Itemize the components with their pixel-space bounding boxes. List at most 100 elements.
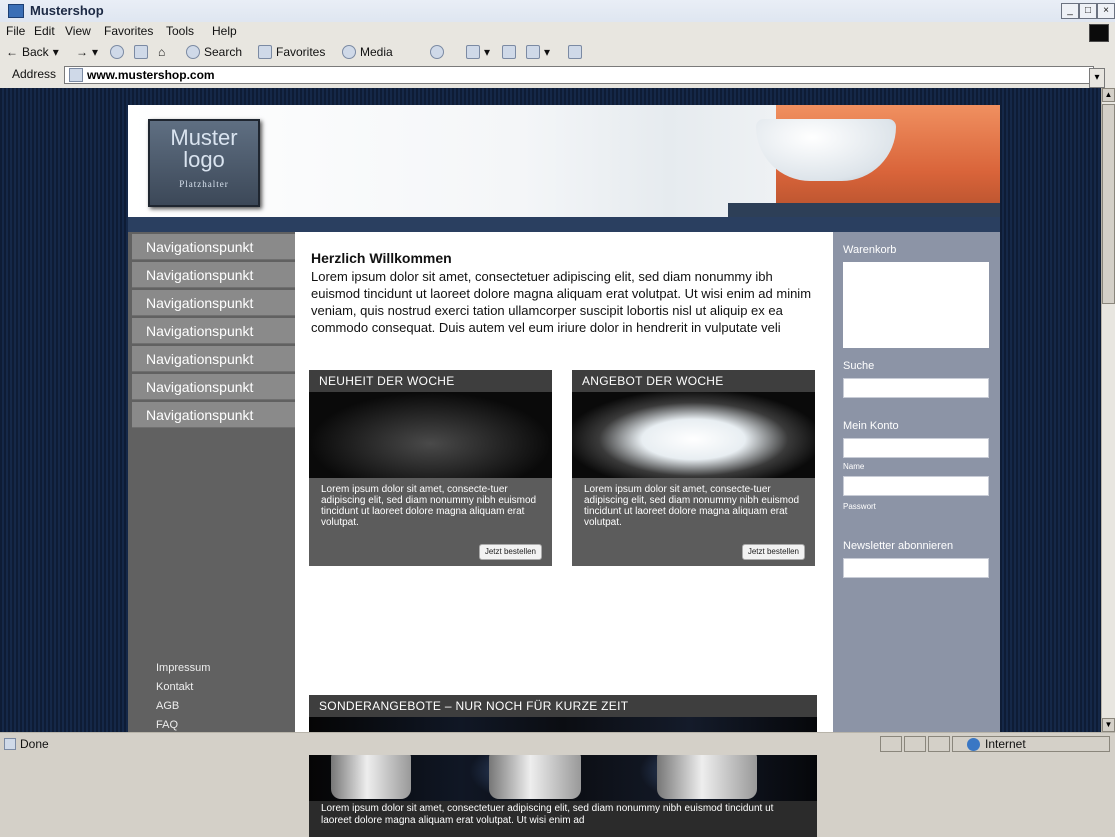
edit-button[interactable]: ▾ — [526, 45, 550, 59]
status-bar: Done Internet — [0, 732, 1115, 755]
address-bar: Address www.mustershop.com — [0, 64, 1115, 89]
welcome-heading: Herzlich Willkommen — [311, 250, 452, 266]
scroll-down-button[interactable]: ▼ — [1102, 718, 1115, 732]
window-titlebar: Mustershop _ □ × — [0, 0, 1115, 23]
stop-button[interactable] — [110, 45, 124, 59]
address-dropdown-button[interactable]: ▾ — [1089, 68, 1105, 88]
minimize-button[interactable]: _ — [1061, 3, 1079, 19]
pot-image — [657, 753, 757, 799]
windows-logo-icon — [1089, 24, 1109, 42]
back-arrow-icon: ← — [6, 45, 18, 59]
card-header: ANGEBOT DER WOCHE — [572, 370, 815, 392]
media-label: Media — [360, 45, 393, 59]
discuss-button[interactable] — [568, 45, 582, 59]
favorites-icon — [258, 45, 272, 59]
status-pane — [904, 736, 926, 752]
menu-favorites[interactable]: Favorites — [104, 24, 153, 38]
forward-arrow-icon: → — [76, 45, 88, 59]
nav-item[interactable]: Navigationspunkt — [132, 374, 295, 400]
menu-tools[interactable]: Tools — [166, 24, 194, 38]
stop-icon — [110, 45, 124, 59]
history-button[interactable] — [430, 45, 444, 59]
chevron-down-icon: ▾ — [52, 45, 59, 59]
site-logo[interactable]: Muster logo Platzhalter — [148, 119, 260, 207]
pot-image — [489, 753, 581, 799]
special-offers-header: SONDERANGEBOTE – NUR NOCH FÜR KURZE ZEIT — [309, 695, 817, 717]
chevron-down-icon: ▾ — [92, 45, 99, 59]
header-divider — [128, 217, 1000, 232]
nav-item[interactable]: Navigationspunkt — [132, 318, 295, 344]
refresh-icon — [134, 45, 148, 59]
search-button[interactable]: Search — [186, 45, 242, 59]
menu-view[interactable]: View — [65, 24, 91, 38]
mail-button[interactable]: ▾ — [466, 45, 490, 59]
forward-button[interactable]: → ▾ — [76, 45, 98, 59]
search-label: Suche — [843, 360, 875, 372]
toolbar: ← Back ▾ → ▾ ⌂ Search Favorites Media ▾ ▾ — [0, 42, 1115, 65]
bowl-image[interactable] — [572, 392, 815, 478]
search-input[interactable] — [843, 378, 989, 398]
back-button[interactable]: ← Back ▾ — [6, 45, 59, 59]
status-pane — [880, 736, 902, 752]
menu-edit[interactable]: Edit — [34, 24, 55, 38]
cookware-image[interactable] — [309, 717, 817, 801]
left-navigation: Navigationspunkt Navigationspunkt Naviga… — [128, 232, 295, 732]
newsletter-label: Newsletter abonnieren — [843, 540, 954, 552]
footer-link-kontakt[interactable]: Kontakt — [156, 681, 193, 693]
favorites-button[interactable]: Favorites — [258, 45, 325, 59]
search-label: Search — [204, 45, 243, 59]
nav-item[interactable]: Navigationspunkt — [132, 290, 295, 316]
close-button[interactable]: × — [1097, 3, 1115, 19]
scroll-thumb[interactable] — [1102, 104, 1115, 304]
internet-zone-icon — [967, 738, 980, 751]
menu-file[interactable]: File — [6, 24, 25, 38]
name-field[interactable] — [843, 438, 989, 458]
main-content: Herzlich Willkommen Lorem ipsum dolor si… — [295, 232, 833, 837]
newsletter-input[interactable] — [843, 558, 989, 578]
footer-link-agb[interactable]: AGB — [156, 700, 179, 712]
card-text: Lorem ipsum dolor sit amet, consecte-tue… — [321, 484, 537, 528]
footer-link-faq[interactable]: FAQ — [156, 719, 178, 731]
edit-icon — [526, 45, 540, 59]
logo-line3: Platzhalter — [179, 179, 229, 189]
knife-block-image[interactable] — [309, 392, 552, 478]
status-text: Done — [20, 737, 49, 751]
media-icon — [342, 45, 356, 59]
refresh-button[interactable] — [134, 45, 148, 59]
card-text: Lorem ipsum dolor sit amet, consecte-tue… — [584, 484, 800, 528]
footer-link-impressum[interactable]: Impressum — [156, 662, 210, 674]
address-url: www.mustershop.com — [87, 68, 215, 82]
favorites-label: Favorites — [276, 45, 326, 59]
nav-item[interactable]: Navigationspunkt — [132, 402, 295, 428]
nav-item[interactable]: Navigationspunkt — [132, 346, 295, 372]
nav-item[interactable]: Navigationspunkt — [132, 262, 295, 288]
nav-item[interactable]: Navigationspunkt — [132, 234, 295, 260]
print-button[interactable] — [502, 45, 516, 59]
search-icon — [186, 45, 200, 59]
pot-image — [331, 753, 411, 799]
maximize-button[interactable]: □ — [1079, 3, 1097, 19]
history-icon — [430, 45, 444, 59]
order-now-button[interactable]: Jetzt bestellen — [478, 544, 542, 560]
cart-label: Warenkorb — [843, 244, 897, 256]
status-pane — [928, 736, 950, 752]
logo-line1: Muster — [170, 125, 238, 150]
home-button[interactable]: ⌂ — [158, 45, 165, 59]
product-card-new: NEUHEIT DER WOCHE Lorem ipsum dolor sit … — [309, 370, 552, 566]
menu-bar: File Edit View Favorites Tools Help — [0, 22, 1115, 43]
back-label: Back — [22, 45, 49, 59]
menu-help[interactable]: Help — [212, 24, 237, 38]
vertical-scrollbar[interactable]: ▲ ▼ — [1101, 88, 1115, 732]
right-sidebar: Warenkorb Suche Mein Konto Name Passwort… — [833, 232, 1000, 732]
page-icon — [69, 68, 83, 82]
scroll-up-button[interactable]: ▲ — [1102, 88, 1115, 102]
browser-icon — [8, 4, 24, 18]
address-input[interactable]: www.mustershop.com — [64, 66, 1094, 84]
account-label: Mein Konto — [843, 420, 899, 432]
order-now-button[interactable]: Jetzt bestellen — [741, 544, 805, 560]
chevron-down-icon: ▾ — [544, 45, 551, 59]
password-label: Passwort — [843, 502, 876, 511]
print-icon — [502, 45, 516, 59]
password-field[interactable] — [843, 476, 989, 496]
media-button[interactable]: Media — [342, 45, 393, 59]
